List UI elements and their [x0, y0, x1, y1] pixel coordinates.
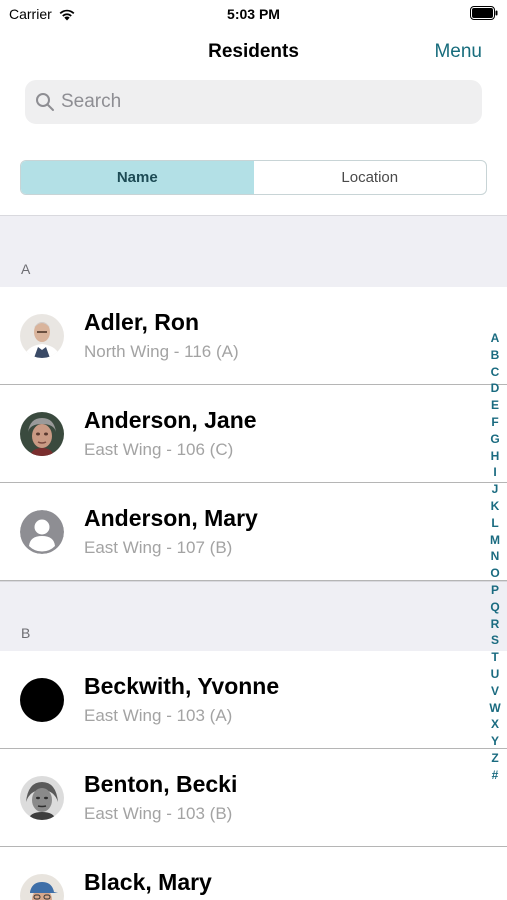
black-circle-icon: [20, 678, 64, 722]
index-letter[interactable]: M: [490, 532, 500, 549]
resident-name: Anderson, Mary: [84, 505, 258, 531]
index-letter[interactable]: B: [491, 347, 500, 364]
resident-name: Adler, Ron: [84, 309, 200, 335]
index-letter[interactable]: O: [490, 565, 499, 582]
index-letter[interactable]: D: [491, 380, 500, 397]
resident-row[interactable]: Beckwith, Yvonne East Wing - 103 (A): [0, 651, 507, 749]
index-letter[interactable]: Q: [490, 599, 499, 616]
resident-name: Benton, Becki: [84, 771, 238, 797]
section-letter: B: [21, 625, 31, 641]
placeholder-person-icon: [20, 510, 64, 554]
search-bar[interactable]: [25, 80, 482, 124]
index-letter[interactable]: Z: [491, 750, 498, 767]
photo-person-cap-icon: [20, 874, 64, 900]
resident-row[interactable]: Benton, Becki East Wing - 103 (B): [0, 749, 507, 847]
index-letter[interactable]: T: [491, 649, 498, 666]
section-header-a: A: [0, 215, 507, 287]
resident-name: Anderson, Jane: [84, 407, 257, 433]
photo-elderly-woman-icon: [20, 412, 64, 456]
index-letter[interactable]: H: [491, 448, 500, 465]
resident-row[interactable]: Anderson, Jane East Wing - 106 (C): [0, 385, 507, 483]
index-letter[interactable]: W: [489, 700, 500, 717]
segment-name[interactable]: Name: [21, 161, 254, 194]
index-letter[interactable]: A: [491, 330, 500, 347]
search-input[interactable]: [61, 91, 461, 113]
index-letter[interactable]: #: [492, 767, 499, 784]
resident-location: East Wing - 103 (B): [84, 804, 233, 823]
photo-elderly-man-icon: [20, 314, 64, 358]
resident-location: East Wing - 107 (B): [84, 538, 233, 557]
resident-row[interactable]: Adler, Ron North Wing - 116 (A): [0, 287, 507, 385]
resident-name: Beckwith, Yvonne: [84, 673, 280, 699]
index-letter[interactable]: E: [491, 397, 499, 414]
status-time: 5:03 PM: [227, 6, 280, 22]
battery-icon: [470, 6, 498, 20]
resident-row[interactable]: Black, Mary: [0, 847, 507, 900]
menu-button[interactable]: Menu: [434, 41, 482, 63]
search-icon: [36, 93, 54, 111]
index-letter[interactable]: C: [491, 364, 500, 381]
section-index[interactable]: A B C D E F G H I J K L M N O P Q R S T U V W X Y Z #: [488, 330, 502, 784]
index-letter[interactable]: S: [491, 632, 499, 649]
index-letter[interactable]: I: [493, 464, 496, 481]
section-letter: A: [21, 261, 31, 277]
index-letter[interactable]: G: [490, 431, 499, 448]
index-letter[interactable]: L: [491, 515, 498, 532]
index-letter[interactable]: V: [491, 683, 499, 700]
resident-location: East Wing - 103 (A): [84, 706, 233, 725]
section-header-b: B: [0, 581, 507, 651]
resident-location: East Wing - 106 (C): [84, 440, 234, 459]
sort-segmented-control: Name Location: [20, 160, 487, 195]
index-letter[interactable]: F: [491, 414, 498, 431]
page-title: Residents: [208, 41, 299, 62]
resident-row[interactable]: Anderson, Mary East Wing - 107 (B): [0, 483, 507, 581]
index-letter[interactable]: U: [491, 666, 500, 683]
resident-location: North Wing - 116 (A): [84, 342, 239, 361]
index-letter[interactable]: J: [492, 481, 499, 498]
index-letter[interactable]: Y: [491, 733, 499, 750]
index-letter[interactable]: N: [491, 548, 500, 565]
resident-name: Black, Mary: [84, 869, 212, 895]
photo-elderly-woman-icon: [20, 776, 64, 820]
index-letter[interactable]: K: [491, 498, 500, 515]
index-letter[interactable]: P: [491, 582, 499, 599]
status-bar: Carrier 5:03 PM: [0, 0, 507, 30]
index-letter[interactable]: R: [491, 616, 500, 633]
segment-location[interactable]: Location: [254, 161, 487, 194]
index-letter[interactable]: X: [491, 716, 499, 733]
